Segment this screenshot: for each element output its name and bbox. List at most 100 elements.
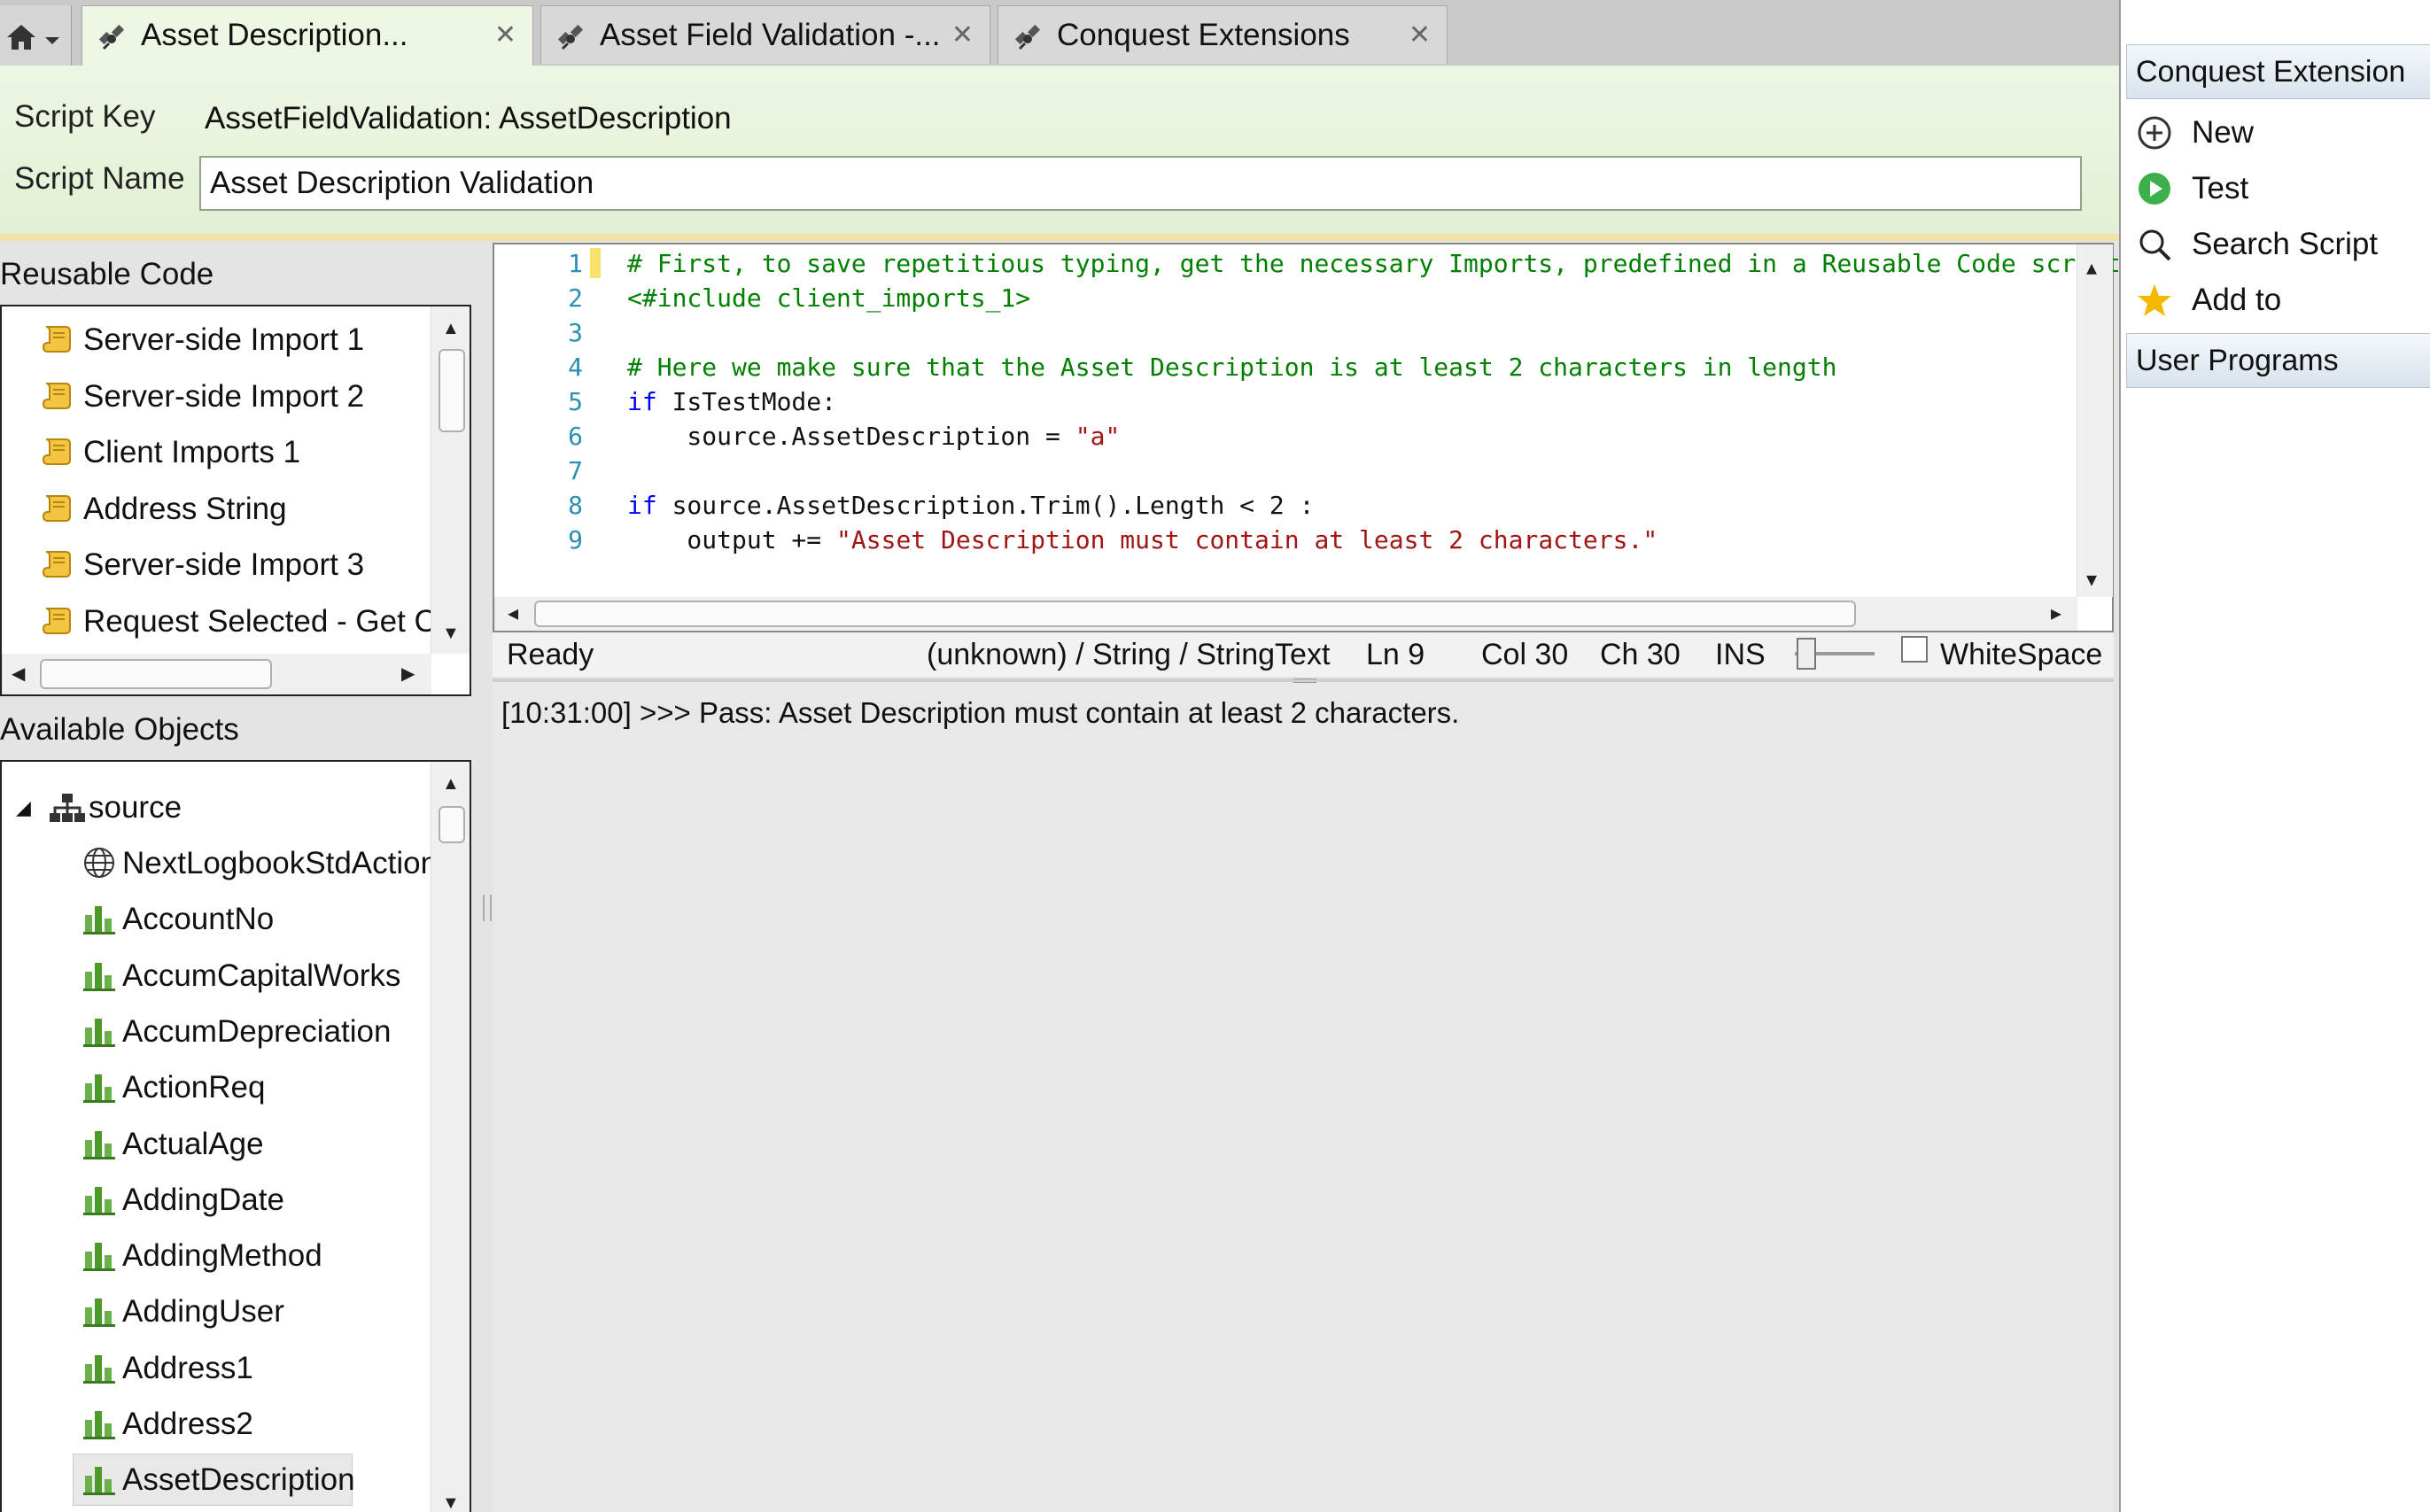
new-button[interactable]: New [2121,105,2430,160]
object-item[interactable]: AddingDate [2,1172,427,1228]
star-icon [2138,284,2171,316]
horizontal-scrollbar[interactable]: ◀ ▶ [494,597,2077,631]
object-item[interactable]: AccountNo [2,891,427,947]
field-icon [83,1074,115,1104]
new-label: New [2192,115,2255,150]
script-name-input[interactable]: Asset Description Validation [199,156,2082,211]
code-text: # Here we make sure that the Asset Descr… [627,350,1836,384]
reusable-code-item[interactable]: Server-side Import 2 [2,368,427,424]
tree-root-source[interactable]: ◢ source [2,779,427,835]
vertical-scrollbar[interactable]: ▲ ▼ [2077,244,2113,597]
code-text: if IsTestMode: [627,384,836,419]
object-item[interactable]: AccumCapitalWorks [2,948,427,1004]
search-icon [2139,229,2171,261]
search-script-button[interactable]: Search Script [2121,216,2430,272]
test-label: Test [2192,171,2249,205]
output-panel[interactable]: [10:31:00] >>> Pass: Asset Description m… [493,678,2114,1512]
object-item[interactable]: ActualAge [2,1116,427,1172]
field-icon [83,962,115,991]
object-item[interactable]: AddingMethod [2,1228,427,1283]
reusable-code-item-label: Server-side Import 1 [83,322,365,357]
code-line[interactable]: 8 if source.AssetDescription.Trim().Lengt… [494,488,2080,523]
script-key-label: Script Key [14,99,156,134]
code-line[interactable]: 7 [494,454,2080,488]
tab-conquest-extensions[interactable]: Conquest Extensions ✕ [998,5,1448,64]
reusable-code-item[interactable]: Client Imports 1 [2,424,427,480]
reusable-code-item[interactable]: Server-side Import 3 [2,537,427,593]
code-token: # First, to save repetitious typing, get… [627,249,2121,278]
play-icon [2139,173,2170,205]
code-text: source.AssetDescription = "a" [627,419,1120,454]
test-button[interactable]: Test [2121,160,2430,216]
line-number: 5 [568,387,583,416]
close-icon[interactable]: ✕ [494,6,516,65]
reusable-code-item-label: Server-side Import 3 [83,547,365,582]
status-bar: Ready (unknown) / String / StringText Ln… [493,632,2114,677]
zoom-slider-thumb[interactable] [1797,638,1816,670]
conquest-extension-header[interactable]: Conquest Extension [2126,44,2430,99]
code-text: # First, to save repetitious typing, get… [627,246,2121,281]
code-token: <#include client_imports_1> [627,283,1031,313]
status-column: Col 30 [1481,638,1569,671]
tab-label: Asset Description... [141,18,408,52]
object-item-label: ActualAge [122,1126,264,1161]
object-item[interactable]: AccumDepreciation [2,1004,427,1059]
scroll-icon [42,438,71,465]
close-icon[interactable]: ✕ [1409,6,1431,65]
code-line[interactable]: 9 output += "Asset Description must cont… [494,523,2080,557]
add-to-favourites-button[interactable]: Add to Favourites [2121,272,2430,373]
vertical-scrollbar[interactable]: ▲ ▼ [431,762,470,1512]
tab-strip: Asset Description... ✕ Asset Field Valid… [0,0,2119,67]
splitter-grip[interactable] [483,895,492,921]
field-icon [83,1243,115,1272]
field-icon [83,1186,115,1215]
field-icon [83,1354,115,1384]
field-icon [83,1018,115,1047]
code-token: "Asset Description must contain at least… [836,525,1658,554]
code-line[interactable]: 5 if IsTestMode: [494,384,2080,419]
header-divider [0,234,2119,241]
home-menu-button[interactable] [0,5,72,66]
code-text: output += "Asset Description must contai… [627,523,1658,557]
horizontal-scrollbar[interactable]: ◀ ▶ [2,654,431,694]
tab-asset-description[interactable]: Asset Description... ✕ [82,5,533,67]
code-line[interactable]: 6 source.AssetDescription = "a" [494,419,2080,454]
code-editor[interactable]: 1 # First, to save repetitious typing, ge… [493,243,2121,632]
whitespace-checkbox[interactable] [1901,636,1928,663]
chevron-down-icon [45,37,59,44]
code-token: source.AssetDescription.Trim().Length < … [656,491,1315,520]
tab-label: Asset Field Validation -... [600,18,941,52]
close-icon[interactable]: ✕ [951,6,974,65]
object-item-label: AccumCapitalWorks [122,958,401,993]
object-item[interactable]: AddingUser [2,1283,427,1339]
user-programs-header[interactable]: User Programs [2126,333,2430,388]
reusable-code-item[interactable]: Request Selected - Get Cu [2,593,454,649]
object-item[interactable]: AssetDescription [2,1452,427,1508]
conquest-extension-panel: Conquest Extension New Test Search Scrip… [2119,0,2430,1512]
code-line[interactable]: 1 # First, to save repetitious typing, ge… [494,246,2121,281]
line-number: 4 [568,353,583,382]
object-item-label: AssetDescription [122,1462,355,1498]
line-number: 8 [568,491,583,520]
reusable-code-item[interactable]: Server-side Import 1 [2,312,427,368]
collapse-arrow-icon[interactable]: ◢ [16,779,31,835]
code-text: if source.AssetDescription.Trim().Length… [627,488,1314,523]
satellite-icon [557,24,584,50]
code-line[interactable]: 2 <#include client_imports_1> [494,281,2080,315]
object-item[interactable]: Address2 [2,1396,427,1452]
scroll-icon [42,494,71,522]
code-line[interactable]: 4 # Here we make sure that the Asset Desc… [494,350,2080,384]
vertical-scrollbar[interactable]: ▲ ▼ [431,306,470,654]
plus-circle-icon [2138,116,2171,150]
code-token: output += [627,525,837,554]
object-item-label: AccountNo [122,902,275,937]
object-item[interactable]: NextLogbookStdAction [2,835,438,891]
code-line[interactable]: 3 [494,315,2080,350]
reusable-code-item-label: Server-side Import 2 [83,378,365,414]
scroll-icon [42,551,71,578]
object-item[interactable]: ActionReq [2,1059,427,1115]
tab-asset-field-validation[interactable]: Asset Field Validation -... ✕ [540,5,990,64]
splitter-grip[interactable] [1293,678,1316,683]
reusable-code-item[interactable]: Address String [2,481,427,537]
object-item[interactable]: Address1 [2,1340,427,1396]
